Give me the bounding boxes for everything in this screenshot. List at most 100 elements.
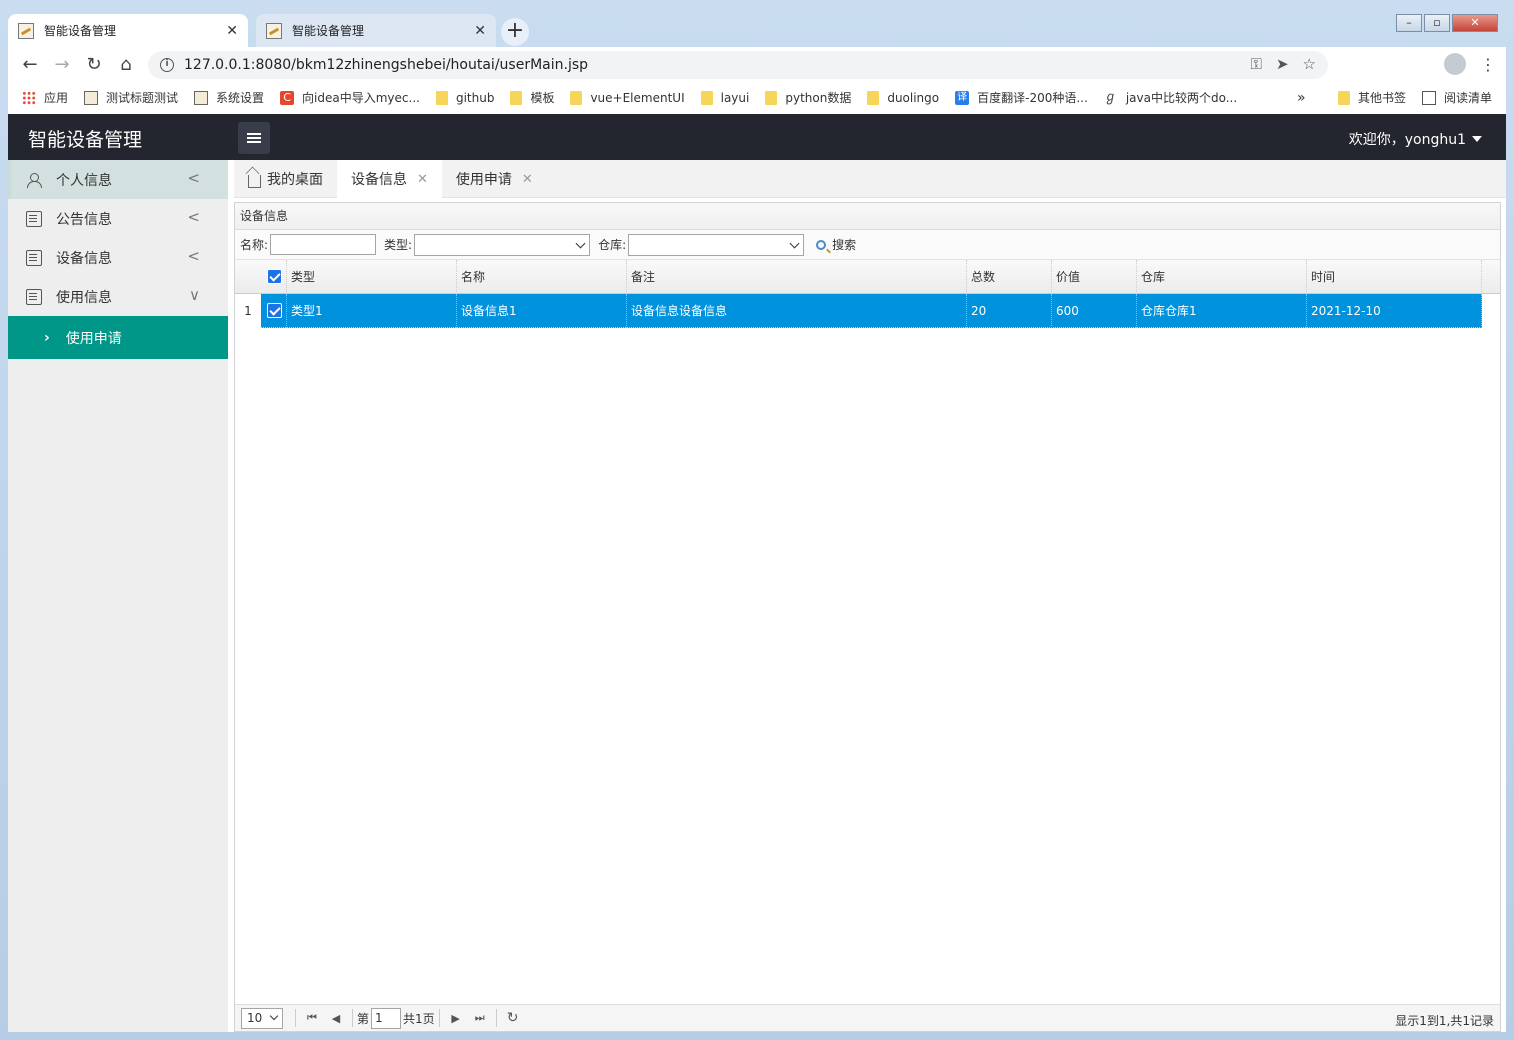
- profile-avatar-icon[interactable]: [1444, 53, 1466, 75]
- column-header[interactable]: 价值: [1052, 260, 1137, 294]
- menu-toggle-button[interactable]: [238, 122, 270, 154]
- url-text: 127.0.0.1:8080/bkm12zhinengshebei/houtai…: [184, 57, 589, 73]
- address-bar[interactable]: i 127.0.0.1:8080/bkm12zhinengshebei/hout…: [148, 51, 1328, 79]
- bookmarks-overflow-button[interactable]: »: [1297, 90, 1306, 106]
- table-cell: 600: [1052, 294, 1137, 328]
- close-icon[interactable]: ✕: [226, 23, 238, 39]
- csdn-icon: C: [280, 90, 295, 105]
- table-cell: 仓库仓库1: [1137, 294, 1307, 328]
- bookmark-item[interactable]: 系统设置: [194, 89, 264, 106]
- app-header: 智能设备管理 欢迎你，yonghu1: [8, 114, 1506, 160]
- new-tab-button[interactable]: +: [501, 18, 529, 46]
- reading-list-icon: [1421, 90, 1436, 105]
- rownum-header: [235, 260, 261, 294]
- column-header[interactable]: 总数: [967, 260, 1052, 294]
- forward-arrow-icon[interactable]: →: [46, 54, 78, 75]
- browser-toolbar: ← → ↻ ⌂ i 127.0.0.1:8080/bkm12zhinengshe…: [8, 47, 1506, 81]
- star-icon[interactable]: ☆: [1303, 55, 1316, 73]
- column-header[interactable]: 仓库: [1137, 260, 1307, 294]
- row-checkbox[interactable]: [267, 303, 282, 318]
- browser-tab-title: 智能设备管理: [292, 24, 365, 38]
- column-header[interactable]: 备注: [627, 260, 967, 294]
- bookmark-item[interactable]: C 向idea中导入myec...: [280, 89, 420, 106]
- folder-icon: [435, 90, 448, 105]
- page-number-input[interactable]: 1: [371, 1007, 402, 1029]
- sidebar-item-profile[interactable]: 个人信息 <: [8, 160, 228, 199]
- restore-button[interactable]: ▫: [1424, 14, 1450, 32]
- divider: [352, 1009, 353, 1027]
- tab-device-info[interactable]: 设备信息 ✕: [337, 160, 442, 198]
- column-header[interactable]: 名称: [457, 260, 627, 294]
- divider: [495, 1009, 497, 1027]
- search-button[interactable]: 搜索: [816, 236, 856, 253]
- home-icon[interactable]: ⌂: [110, 54, 142, 75]
- type-label: 类型:: [384, 238, 413, 252]
- tab-label: 我的桌面: [267, 172, 323, 188]
- minimize-button[interactable]: –: [1396, 14, 1422, 32]
- sidebar-item-notices[interactable]: 公告信息 <: [8, 199, 228, 238]
- browser-tab-active[interactable]: 智能设备管理 ✕: [8, 14, 248, 47]
- bookmark-folder[interactable]: duolingo: [867, 90, 939, 105]
- back-arrow-icon[interactable]: ←: [14, 54, 46, 75]
- divider: [438, 1009, 440, 1027]
- prev-page-icon[interactable]: ◀: [324, 1012, 348, 1025]
- bookmark-label: 测试标题测试: [106, 91, 179, 105]
- bookmark-label: github: [455, 90, 495, 105]
- pagination-summary: 显示1到1,共1记录: [1395, 1014, 1494, 1028]
- select-all-cell: [261, 260, 287, 294]
- close-icon[interactable]: ✕: [522, 172, 533, 187]
- type-select[interactable]: [414, 233, 591, 256]
- bookmark-item[interactable]: 测试标题测试: [84, 89, 178, 106]
- page-tabs: 我的桌面 设备信息 ✕ 使用申请 ✕: [234, 160, 1506, 198]
- table-cell: 20: [967, 294, 1052, 328]
- sidebar-item-usage[interactable]: 使用信息 ∨: [8, 277, 228, 316]
- sidebar-item-devices[interactable]: 设备信息 <: [8, 238, 228, 277]
- column-header[interactable]: 时间: [1307, 260, 1482, 294]
- warehouse-select[interactable]: [628, 233, 805, 256]
- bookmark-folder[interactable]: vue+ElementUI: [570, 90, 685, 105]
- bookmark-folder[interactable]: python数据: [765, 89, 851, 106]
- browser-tab[interactable]: 智能设备管理 ✕: [256, 14, 496, 47]
- bookmark-label: java中比较两个do...: [1125, 91, 1238, 105]
- folder-icon: [570, 90, 583, 105]
- close-icon[interactable]: ✕: [417, 172, 428, 187]
- sidebar-subitem-apply[interactable]: › 使用申请: [8, 316, 228, 359]
- folder-icon: [1337, 90, 1350, 105]
- home-icon: [248, 174, 261, 188]
- bookmark-item[interactable]: 译百度翻译-200种语...: [955, 89, 1088, 106]
- bookmark-folder[interactable]: layui: [700, 90, 749, 105]
- send-icon[interactable]: ➤: [1276, 55, 1289, 73]
- close-icon[interactable]: ✕: [474, 23, 486, 39]
- bookmark-folder[interactable]: 模板: [510, 89, 554, 106]
- column-header[interactable]: 类型: [287, 260, 457, 294]
- tab-desktop[interactable]: 我的桌面: [234, 160, 337, 198]
- info-icon[interactable]: i: [160, 58, 174, 72]
- other-bookmarks[interactable]: 其他书签: [1337, 89, 1406, 106]
- user-menu[interactable]: 欢迎你，yonghu1: [1349, 129, 1482, 149]
- more-menu-icon[interactable]: ⋮: [1480, 55, 1496, 74]
- tab-usage-apply[interactable]: 使用申请 ✕: [442, 160, 547, 198]
- bookmark-folder[interactable]: github: [435, 90, 495, 105]
- folder-icon: [700, 90, 713, 105]
- table-cell: 类型1: [287, 294, 457, 328]
- name-input[interactable]: [270, 234, 377, 255]
- next-page-icon[interactable]: ▶: [444, 1012, 468, 1025]
- first-page-icon[interactable]: ⏮: [300, 1011, 324, 1025]
- window-controls: – ▫ ✕: [1394, 14, 1498, 32]
- select-all-checkbox[interactable]: [267, 269, 282, 284]
- sidebar-item-label: 公告信息: [56, 211, 112, 228]
- table-cell: 设备信息设备信息: [627, 294, 967, 328]
- page-size-select[interactable]: 10: [241, 1007, 283, 1029]
- tab-label: 使用申请: [455, 172, 512, 188]
- refresh-icon[interactable]: ↻: [501, 1010, 525, 1026]
- reading-list[interactable]: 阅读清单: [1421, 89, 1492, 106]
- last-page-icon[interactable]: ⏭: [468, 1011, 492, 1025]
- bookmark-label: 模板: [530, 91, 555, 105]
- reload-icon[interactable]: ↻: [78, 54, 110, 75]
- bookmark-item[interactable]: ℊ java中比较两个do...: [1104, 89, 1237, 106]
- table-row[interactable]: 类型1 设备信息1 设备信息设备信息 20 600 仓库仓库1 2021-12-…: [261, 294, 1482, 328]
- sidebar: 个人信息 < 公告信息 < 设备信息 < 使用信息 ∨ › 使用申请: [8, 160, 228, 1032]
- key-icon[interactable]: ⚿: [1251, 55, 1262, 73]
- window-close-button[interactable]: ✕: [1452, 14, 1498, 32]
- bookmark-apps[interactable]: 应用: [22, 89, 68, 106]
